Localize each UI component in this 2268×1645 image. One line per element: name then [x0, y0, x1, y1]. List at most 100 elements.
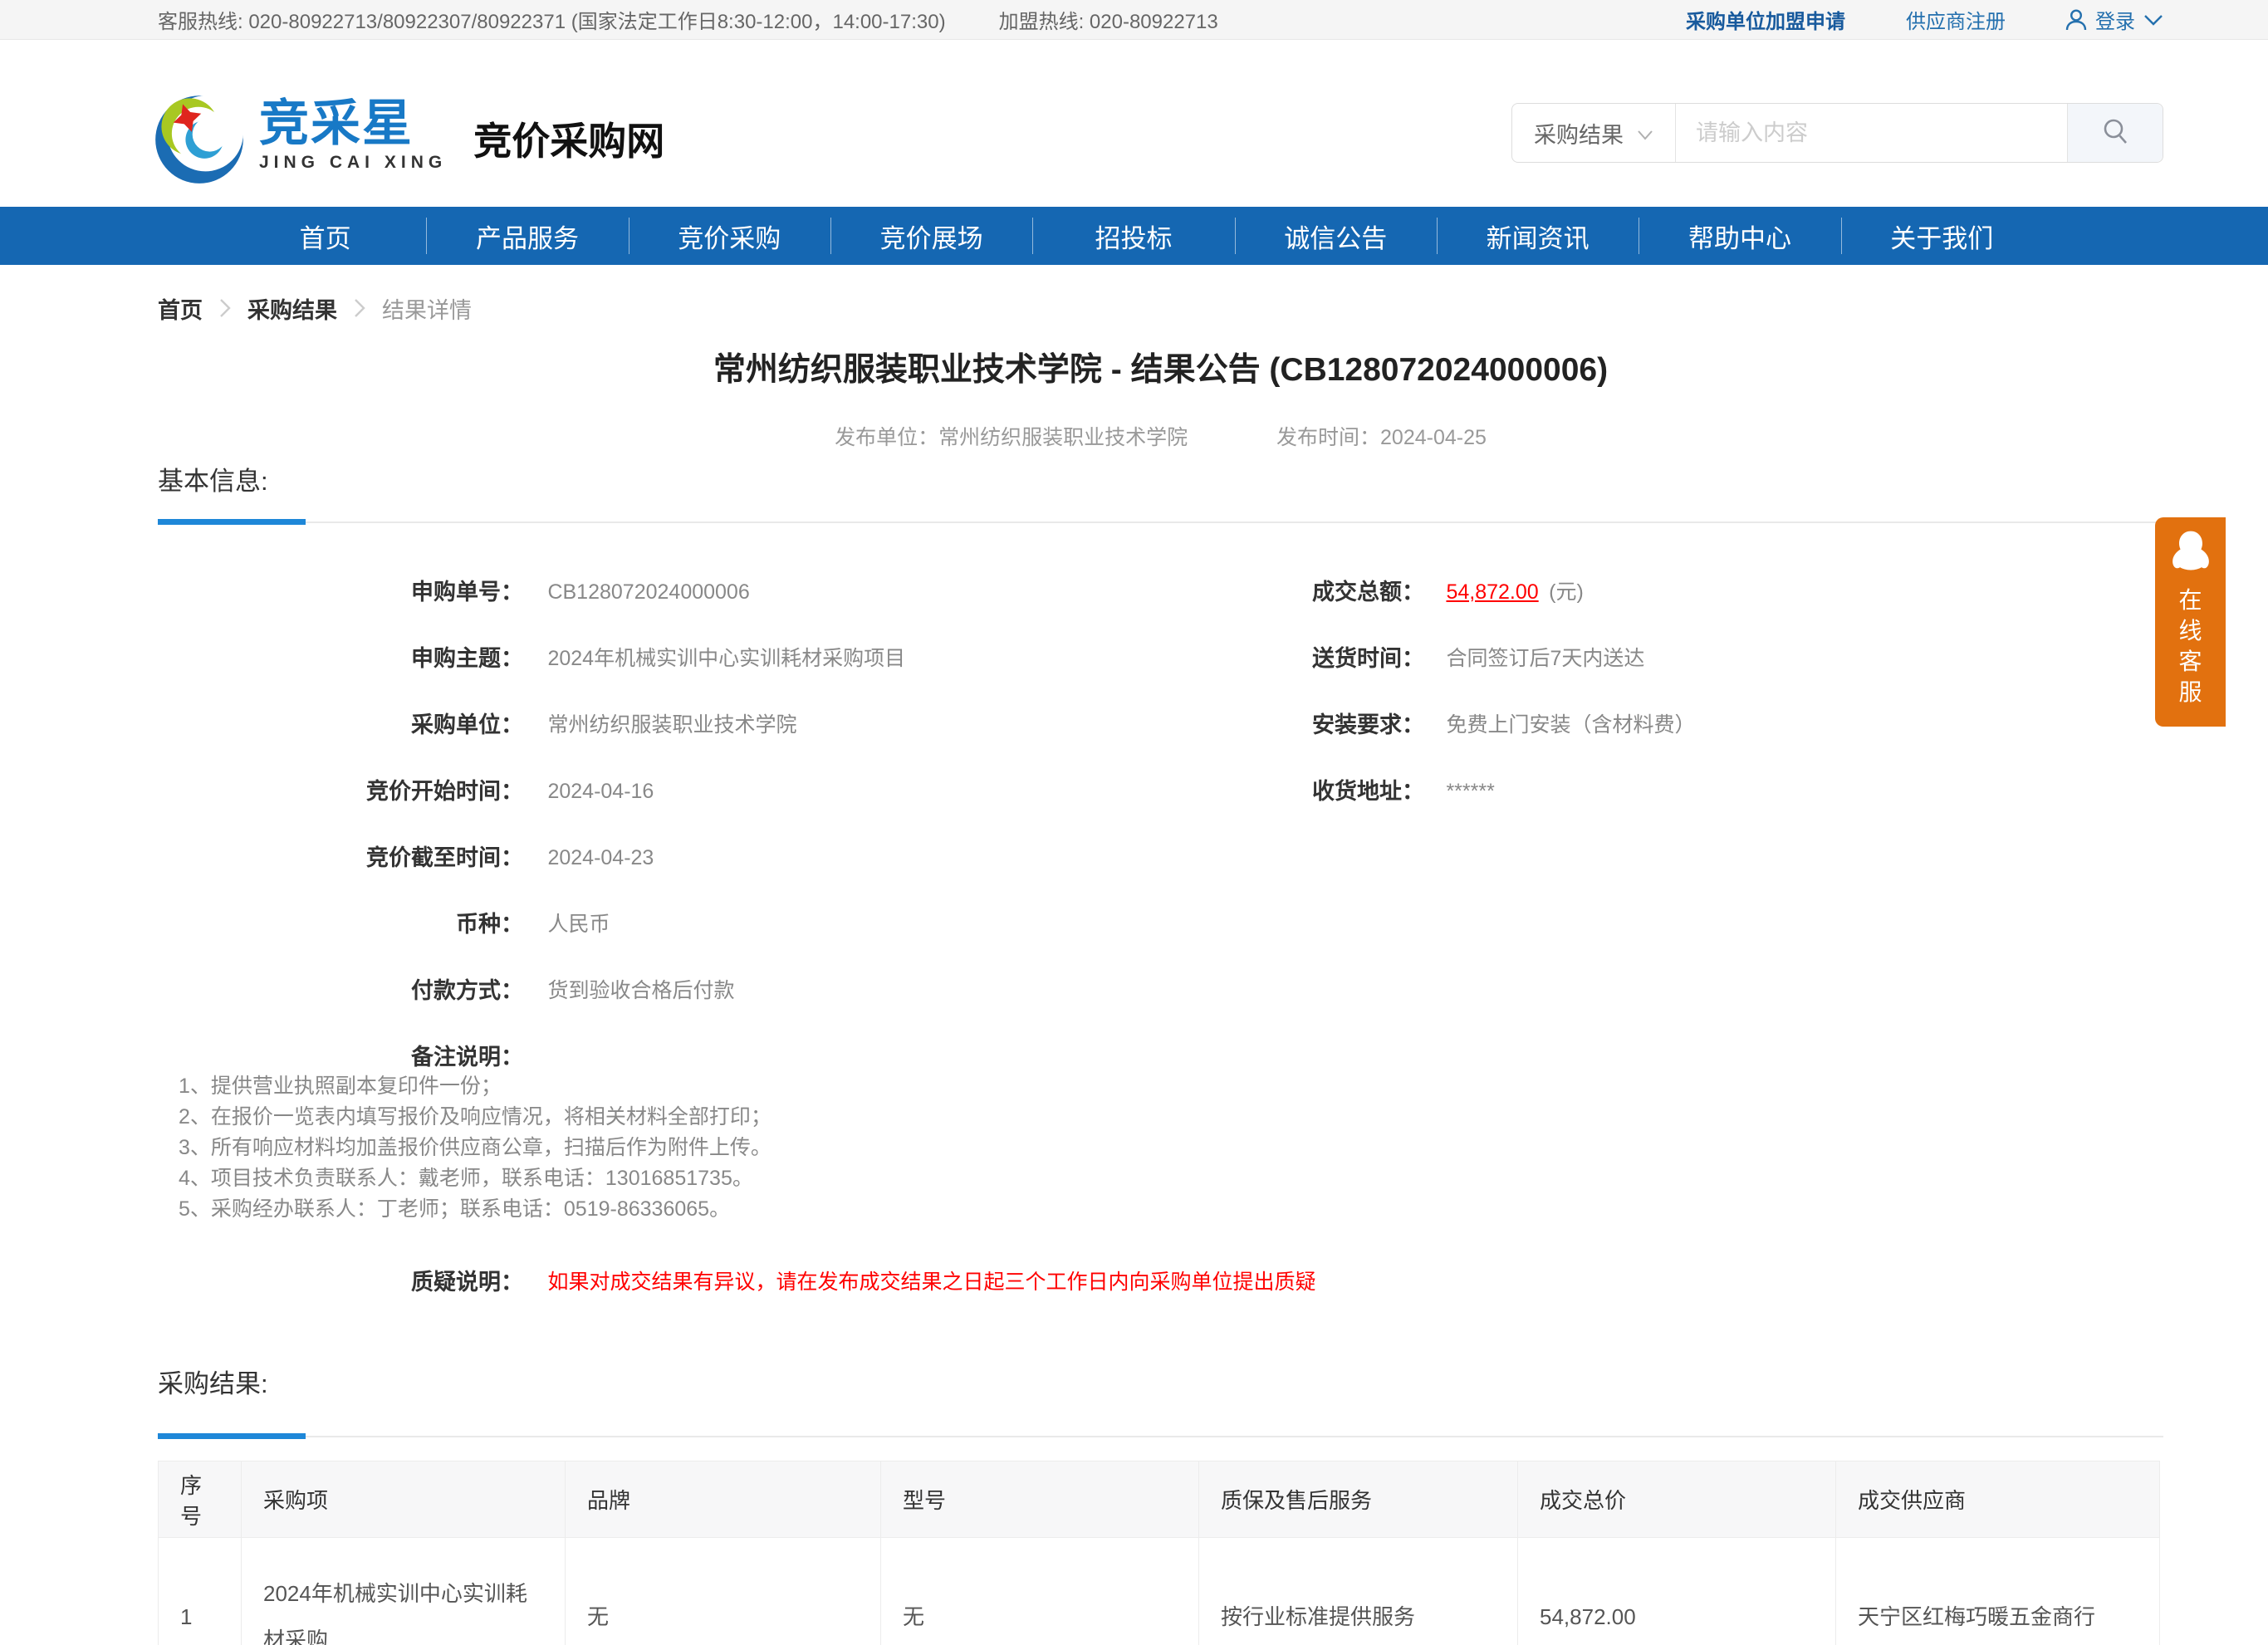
field-label: 收货地址： — [1163, 777, 1424, 805]
field-label: 采购单位： — [158, 711, 523, 739]
purchase-result-title: 采购结果: — [158, 1368, 2163, 1400]
col-header-brand: 品牌 — [566, 1461, 881, 1538]
field-label: 付款方式： — [158, 977, 523, 1005]
nav-item-products[interactable]: 产品服务 — [426, 207, 628, 265]
field-label: 竞价截至时间： — [158, 844, 523, 872]
breadcrumb-current: 结果详情 — [382, 292, 472, 325]
field-purchaser: 采购单位： 常州纺织服装职业技术学院 — [158, 711, 1320, 739]
breadcrumb-home[interactable]: 首页 — [158, 292, 203, 325]
breadcrumb-chevron-icon — [219, 298, 231, 318]
breadcrumb-results[interactable]: 采购结果 — [247, 292, 337, 325]
field-value: 常州纺织服装职业技术学院 — [547, 711, 796, 739]
purchaser-join-link[interactable]: 采购单位加盟申请 — [1686, 5, 1845, 34]
user-icon — [2064, 7, 2089, 32]
remark-line: 1、提供营业执照副本复印件一份； — [179, 1071, 1424, 1102]
logo-name-en: JING CAI XING — [259, 153, 447, 173]
nav-item-home[interactable]: 首页 — [224, 207, 426, 265]
field-label: 质疑说明： — [158, 1268, 523, 1296]
cell-service: 按行业标准提供服务 — [1199, 1538, 1518, 1645]
join-hotline-text: 加盟热线: 020-80922713 — [999, 5, 1218, 34]
remark-line: 2、在报价一览表内填写报价及响应情况，将相关材料全部打印； — [179, 1102, 1424, 1133]
field-value: 2024-04-16 — [547, 777, 654, 805]
table-header-row: 序号 采购项 品牌 型号 质保及售后服务 成交总价 成交供应商 — [159, 1461, 2160, 1538]
publisher-text: 发布单位：常州纺织服装职业技术学院 — [835, 426, 1188, 449]
search-bar: 采购结果 — [1511, 103, 2163, 163]
col-header-total: 成交总价 — [1518, 1461, 1836, 1538]
section-divider — [158, 519, 2163, 525]
field-label: 竞价开始时间： — [158, 777, 523, 805]
field-value: CB128072024000006 — [547, 578, 749, 606]
nav-item-news[interactable]: 新闻资讯 — [1437, 207, 1639, 265]
field-value: 2024年机械实训中心实训耗材采购项目 — [547, 644, 905, 673]
select-chevron-icon — [1637, 120, 1653, 146]
result-table: 序号 采购项 品牌 型号 质保及售后服务 成交总价 成交供应商 1 2024年机… — [158, 1461, 2160, 1645]
site-logo[interactable]: 竞采星 JING CAI XING 竞价采购网 — [151, 90, 664, 186]
field-label: 成交总额： — [1163, 578, 1424, 606]
search-category-select[interactable]: 采购结果 — [1512, 104, 1676, 162]
remark-line: 5、采购经办联系人：丁老师；联系电话：0519-86336065。 — [179, 1194, 1424, 1225]
top-utility-bar: 客服热线: 020-80922713/80922307/80922371 (国家… — [0, 0, 2268, 40]
main-nav: 首页 产品服务 竞价采购 竞价展场 招投标 诚信公告 新闻资讯 帮助中心 关于我… — [0, 207, 2268, 265]
remark-line: 3、所有响应材料均加盖报价供应商公章，扫描后作为附件上传。 — [179, 1133, 1424, 1163]
field-label: 币种： — [158, 910, 523, 938]
col-header-service: 质保及售后服务 — [1199, 1461, 1518, 1538]
col-header-supplier: 成交供应商 — [1836, 1461, 2160, 1538]
page-title: 常州纺织服装职业技术学院 - 结果公告 (CB128072024000006) — [158, 351, 2163, 389]
nav-item-bidding-hall[interactable]: 竞价展场 — [830, 207, 1032, 265]
total-amount-link[interactable]: 54,872.00 — [1446, 578, 1538, 606]
col-header-model: 型号 — [881, 1461, 1199, 1538]
page-meta: 发布单位：常州纺织服装职业技术学院 发布时间：2024-04-25 — [158, 421, 2163, 451]
page: 客服热线: 020-80922713/80922307/80922371 (国家… — [0, 0, 2268, 1645]
section-divider — [158, 1433, 2163, 1439]
cell-item: 2024年机械实训中心实训耗材采购 — [242, 1538, 566, 1645]
field-label: 申购单号： — [158, 578, 523, 606]
logo-text: 竞采星 JING CAI XING — [259, 98, 447, 173]
field-remarks: 备注说明： 1、提供营业执照副本复印件一份； 2、在报价一览表内填写报价及响应情… — [158, 1043, 1320, 1225]
search-icon — [2099, 115, 2131, 151]
online-service-button[interactable]: 在 线 客 服 — [2155, 517, 2226, 727]
cell-brand: 无 — [566, 1538, 881, 1645]
cell-total: 54,872.00 — [1518, 1538, 1836, 1645]
nav-item-help-center[interactable]: 帮助中心 — [1639, 207, 1840, 265]
cell-model: 无 — [881, 1538, 1199, 1645]
field-subject: 申购主题： 2024年机械实训中心实训耗材采购项目 — [158, 644, 1320, 673]
search-input[interactable] — [1676, 104, 2067, 162]
field-delivery-address: 收货地址： ****** — [1163, 777, 2159, 805]
online-service-label: 在 线 客 服 — [2155, 585, 2226, 707]
cell-supplier: 天宁区红梅巧暖五金商行 — [1836, 1538, 2160, 1645]
nav-item-tenders[interactable]: 招投标 — [1032, 207, 1234, 265]
field-payment: 付款方式： 货到验收合格后付款 — [158, 977, 1320, 1005]
field-delivery-time: 送货时间： 合同签订后7天内送达 — [1163, 644, 2159, 673]
breadcrumb-chevron-icon — [354, 298, 365, 318]
field-total-amount: 成交总额： 54,872.00 (元) — [1163, 578, 2159, 606]
col-header-item: 采购项 — [242, 1461, 566, 1538]
field-label: 申购主题： — [158, 644, 523, 673]
remark-line: 4、项目技术负责联系人：戴老师，联系电话：13016851735。 — [179, 1163, 1424, 1194]
cell-no: 1 — [159, 1538, 242, 1645]
field-value: 2024-04-23 — [547, 844, 654, 872]
chevron-down-icon — [2143, 13, 2163, 27]
objection-warning-text: 如果对成交结果有异议，请在发布成交结果之日起三个工作日内向采购单位提出质疑 — [547, 1268, 1315, 1296]
supplier-register-link[interactable]: 供应商注册 — [1906, 5, 2006, 34]
col-header-no: 序号 — [159, 1461, 242, 1538]
fields-left-column: 申购单号： CB128072024000006 申购主题： 2024年机械实训中… — [158, 578, 1320, 1334]
login-button[interactable]: 登录 — [2064, 5, 2163, 34]
qq-penguin-icon — [2168, 565, 2214, 579]
basic-info-title: 基本信息: — [158, 466, 2163, 497]
nav-item-bidding-purchase[interactable]: 竞价采购 — [629, 207, 830, 265]
logo-swirl-icon — [151, 90, 247, 186]
field-value: 人民币 — [547, 910, 610, 938]
field-value: 货到验收合格后付款 — [547, 977, 734, 1005]
field-bid-start: 竞价开始时间： 2024-04-16 — [158, 777, 1320, 805]
site-header: 竞采星 JING CAI XING 竞价采购网 采购结果 — [0, 40, 2268, 207]
nav-item-integrity-notice[interactable]: 诚信公告 — [1235, 207, 1437, 265]
field-label: 送货时间： — [1163, 644, 1424, 673]
search-button[interactable] — [2067, 104, 2163, 162]
nav-item-about-us[interactable]: 关于我们 — [1841, 207, 2043, 265]
login-label: 登录 — [2095, 5, 2135, 34]
breadcrumb: 首页 采购结果 结果详情 — [158, 295, 2163, 321]
basic-info-section: 基本信息: 申购单号： CB128072024000006 申购主题： 2024… — [158, 466, 2163, 1292]
field-value: ****** — [1446, 777, 1494, 805]
field-install-req: 安装要求： 免费上门安装（含材料费） — [1163, 711, 2159, 739]
field-label: 备注说明： — [158, 1043, 523, 1071]
